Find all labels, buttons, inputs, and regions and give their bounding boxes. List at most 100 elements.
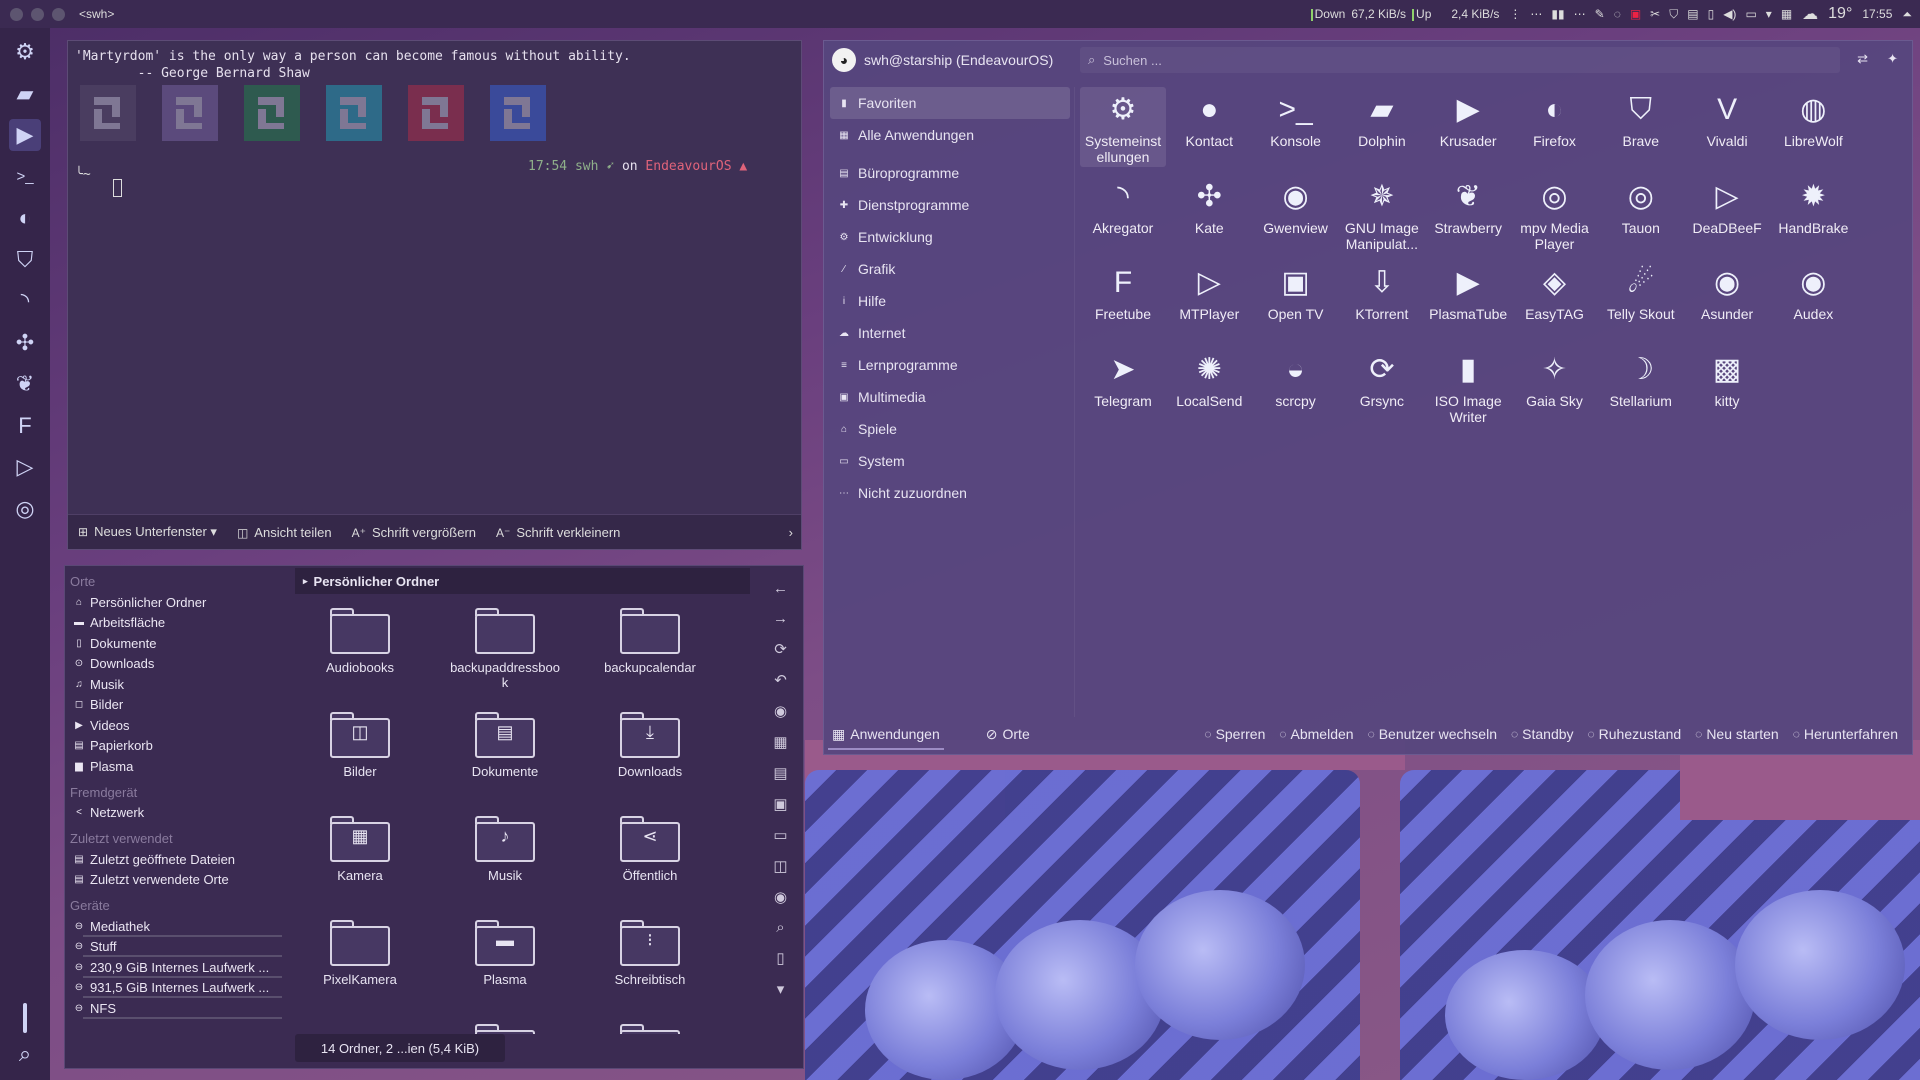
places-item[interactable]: ▶ Videos bbox=[65, 715, 290, 736]
app-item[interactable]: ⚙ Systemeinst ellungen bbox=[1080, 87, 1166, 167]
app-item[interactable]: >_ Konsole bbox=[1253, 87, 1339, 167]
session-action-button[interactable]: ◌ Herunterfahren bbox=[1793, 726, 1898, 742]
tray-more-icon[interactable]: ⋯ bbox=[1574, 7, 1586, 22]
places-item[interactable]: ▤ Zuletzt geöffnete Dateien bbox=[65, 849, 290, 870]
grid-icon[interactable]: ▦ bbox=[1781, 7, 1792, 22]
strawberry-icon[interactable]: ❦ bbox=[9, 368, 41, 400]
app-item[interactable]: ◉ Audex bbox=[1770, 260, 1856, 340]
tray-clipboard-icon[interactable]: ▤ bbox=[1687, 7, 1698, 22]
app-item[interactable]: ✹ HandBrake bbox=[1770, 174, 1856, 254]
systemsettings-icon[interactable]: ⚙ bbox=[9, 36, 41, 68]
dolphin-icon[interactable]: ▰ bbox=[9, 78, 41, 110]
search-input[interactable]: ⌕ Suchen ... bbox=[1080, 47, 1840, 73]
clock[interactable]: 17:55 bbox=[1862, 7, 1892, 21]
display-icon[interactable]: ▭ bbox=[1745, 7, 1756, 22]
app-item[interactable]: ▩ kitty bbox=[1684, 347, 1770, 427]
app-item[interactable]: ⟳ Grsync bbox=[1339, 347, 1425, 427]
dock-scroll-indicator[interactable] bbox=[23, 1003, 27, 1033]
toolbar-icon[interactable]: ↶ bbox=[774, 671, 787, 689]
close-dot[interactable] bbox=[10, 7, 23, 21]
toolbar-overflow-icon[interactable]: › bbox=[789, 525, 793, 540]
tray-dots-icon[interactable]: ⋯ bbox=[1530, 7, 1542, 22]
app-item[interactable]: ✣ Kate bbox=[1166, 174, 1252, 254]
category-item[interactable]: ∕ Grafik bbox=[830, 253, 1070, 285]
category-item[interactable]: ☁ Internet bbox=[830, 317, 1070, 349]
temperature[interactable]: 19° bbox=[1828, 5, 1852, 23]
folder-item[interactable] bbox=[585, 1022, 715, 1040]
app-item[interactable]: ⛉ Brave bbox=[1598, 87, 1684, 167]
app-item[interactable]: ❦ Strawberry bbox=[1425, 174, 1511, 254]
places-item[interactable]: ⊖ 931,5 GiB Internes Laufwerk ... bbox=[65, 978, 290, 999]
tray-battery-icon[interactable]: ▯ bbox=[1708, 7, 1715, 22]
app-item[interactable]: ✵ GNU Image Manipulat... bbox=[1339, 174, 1425, 254]
tray-shield-icon[interactable]: ⛉ bbox=[1669, 7, 1678, 22]
app-item[interactable]: ▣ Open TV bbox=[1253, 260, 1339, 340]
session-action-button[interactable]: ◌ Abmelden bbox=[1279, 726, 1353, 742]
folder-item[interactable]: ▦ Kamera bbox=[295, 814, 425, 883]
toolbar-icon[interactable]: ▣ bbox=[773, 795, 787, 813]
dropdown-icon[interactable]: ▾ bbox=[210, 524, 217, 539]
places-item[interactable]: ⊖ Mediathek bbox=[65, 916, 290, 937]
kate-icon[interactable]: ✣ bbox=[9, 327, 41, 359]
app-item[interactable]: ✺ LocalSend bbox=[1166, 347, 1252, 427]
krusader-icon[interactable]: ▶ bbox=[9, 119, 41, 151]
akregator-icon[interactable]: ◝ bbox=[9, 285, 41, 317]
app-item[interactable]: ☽ Stellarium bbox=[1598, 347, 1684, 427]
places-item[interactable]: ⊖ 230,9 GiB Internes Laufwerk ... bbox=[65, 957, 290, 978]
app-item[interactable]: ◎ mpv Media Player bbox=[1512, 174, 1598, 254]
app-item[interactable]: ◉ Asunder bbox=[1684, 260, 1770, 340]
app-item[interactable]: ⇩ KTorrent bbox=[1339, 260, 1425, 340]
places-item[interactable]: ⊖ Stuff bbox=[65, 937, 290, 958]
pin-icon[interactable]: ✦ bbox=[1887, 51, 1898, 67]
folder-item[interactable]: Audiobooks bbox=[295, 606, 425, 675]
app-item[interactable]: ◈ EasyTAG bbox=[1512, 260, 1598, 340]
konsole-window[interactable]: 'Martyrdom' is the only way a person can… bbox=[67, 40, 802, 550]
category-item[interactable]: ▦ Alle Anwendungen bbox=[830, 119, 1070, 151]
toolbar-icon[interactable]: ◉ bbox=[774, 702, 787, 720]
places-item[interactable]: ◻ Bilder bbox=[65, 695, 290, 716]
app-item[interactable]: ◎ Tauon bbox=[1598, 174, 1684, 254]
font-bigger-button[interactable]: A⁺ Schrift vergrößern bbox=[352, 525, 476, 540]
tray-expand-icon[interactable]: ▾ bbox=[1766, 7, 1772, 22]
app-item[interactable]: ▷ MTPlayer bbox=[1166, 260, 1252, 340]
folder-item[interactable]: PixelKamera bbox=[295, 918, 425, 987]
folder-item[interactable]: ⤓ Downloads bbox=[585, 710, 715, 779]
category-item[interactable]: ▤ Büroprogramme bbox=[830, 157, 1070, 189]
mtplayer-icon[interactable]: ▷ bbox=[9, 451, 41, 483]
tray-circle-icon[interactable]: ◌ bbox=[1614, 7, 1621, 22]
app-item[interactable]: ✧ Gaia Sky bbox=[1512, 347, 1598, 427]
app-item[interactable]: ➤ Telegram bbox=[1080, 347, 1166, 427]
places-item[interactable]: ⌂ Persönlicher Ordner bbox=[65, 592, 290, 613]
places-item[interactable]: ⊖ NFS bbox=[65, 998, 290, 1019]
toolbar-icon[interactable]: ▤ bbox=[773, 764, 787, 782]
places-item[interactable]: ▆ Plasma bbox=[65, 756, 290, 777]
places-item[interactable]: ▤ Papierkorb bbox=[65, 736, 290, 757]
footer-tab[interactable]: ⊘ Orte bbox=[978, 714, 1038, 754]
tray-pen-icon[interactable]: ✎ bbox=[1595, 7, 1605, 22]
app-item[interactable]: ◐ Firefox bbox=[1512, 87, 1598, 167]
firefox-icon[interactable]: ◐ bbox=[9, 202, 41, 234]
breadcrumb[interactable]: ▸ Persönlicher Ordner bbox=[295, 568, 750, 594]
places-item[interactable]: ▯ Dokumente bbox=[65, 633, 290, 654]
tray-app-icon[interactable]: ▣ bbox=[1630, 7, 1641, 22]
search-icon[interactable]: ⌕ bbox=[9, 1038, 41, 1070]
app-item[interactable]: ▶ PlasmaTube bbox=[1425, 260, 1511, 340]
app-item[interactable]: F Freetube bbox=[1080, 260, 1166, 340]
folder-item[interactable]: backupcalendar bbox=[585, 606, 715, 675]
places-item[interactable]: ▤ Zuletzt verwendete Orte bbox=[65, 870, 290, 891]
category-item[interactable]: ▮ Favoriten bbox=[830, 87, 1070, 119]
category-item[interactable]: ✚ Dienstprogramme bbox=[830, 189, 1070, 221]
app-item[interactable]: ◝ Akregator bbox=[1080, 174, 1166, 254]
session-action-button[interactable]: ◌ Ruhezustand bbox=[1588, 726, 1682, 742]
app-item[interactable]: ☄ Telly Skout bbox=[1598, 260, 1684, 340]
places-item[interactable]: ▬ Arbeitsfläche bbox=[65, 613, 290, 634]
weather-icon[interactable]: ☁ bbox=[1802, 4, 1818, 24]
app-item[interactable]: ▮ ISO Image Writer bbox=[1425, 347, 1511, 427]
toolbar-icon[interactable]: ▦ bbox=[773, 733, 787, 751]
category-item[interactable]: ⚙ Entwicklung bbox=[830, 221, 1070, 253]
toolbar-icon[interactable]: ◫ bbox=[773, 857, 787, 875]
network-monitor[interactable]: Down 67,2 KiB/s Up 2,4 KiB/s bbox=[1310, 7, 1499, 21]
folder-item[interactable]: ♪ Musik bbox=[440, 814, 570, 883]
tray-pause-icon[interactable]: ▮▮ bbox=[1551, 7, 1564, 22]
toolbar-icon[interactable]: ← bbox=[773, 580, 788, 597]
